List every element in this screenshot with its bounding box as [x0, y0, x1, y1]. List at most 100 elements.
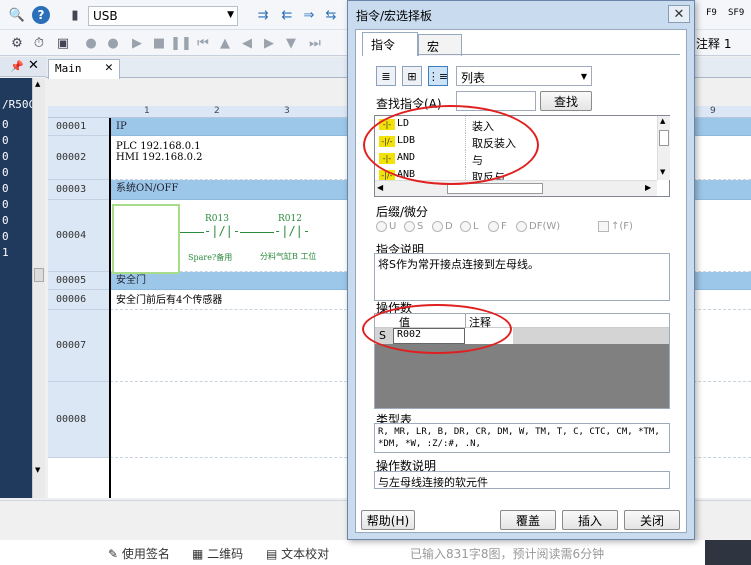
tab-instruction-label: 指令	[371, 38, 396, 52]
qrcode-item[interactable]: ▦ 二维码	[192, 545, 243, 562]
tab-main[interactable]: Main ✕	[48, 59, 120, 79]
search-doc-icon[interactable]: 🔍	[8, 6, 26, 24]
instruction-list[interactable]: -|- LD 装入 -|/- LDB 取反装入 -|- AND 与 -|/- ANB 取反与 ▲ ▼ …	[374, 115, 670, 197]
description-text: 将S作为常开接点连接到左母线。	[378, 258, 539, 271]
row-number[interactable]: 00004	[48, 200, 110, 272]
row-number[interactable]: 00001	[48, 118, 110, 136]
proofread-item[interactable]: ▤ 文本校对	[266, 545, 329, 562]
instruction-item-ld[interactable]: -|- LD 装入	[375, 116, 655, 133]
f9-key[interactable]: F9	[706, 8, 717, 18]
left-scrollbar[interactable]: ▲ ▼	[32, 78, 45, 498]
row-number[interactable]: 00007	[48, 310, 110, 382]
close-icon[interactable]: ✕	[28, 58, 39, 73]
proofread-label: 文本校对	[281, 547, 330, 561]
pin-icon[interactable]: 📌	[10, 60, 24, 73]
detail-view-icon[interactable]: ⋮≡	[428, 66, 448, 86]
row-number[interactable]: 00008	[48, 382, 110, 458]
operand-value-input[interactable]: R002	[393, 328, 465, 344]
suffix-radio-s[interactable]: S	[404, 221, 423, 232]
comment-label[interactable]: 注释 1	[696, 35, 731, 52]
up-icon[interactable]: ▲	[216, 34, 234, 52]
instruction-palette-dialog: 指令/宏选择板 ✕ 指令 宏 ≣ ⊞ ⋮≡ 列表 ▼ 查找指令(A) 查找 -|-…	[347, 0, 695, 540]
record-icon[interactable]: ●	[82, 34, 100, 52]
scroll-up-icon[interactable]: ▲	[660, 117, 665, 125]
list-scroll-thumb[interactable]	[659, 130, 669, 146]
suffix-radio-dfw[interactable]: DF(W)	[516, 221, 560, 232]
play-icon[interactable]: ▶	[128, 34, 146, 52]
suffix-label: 后缀/微分	[376, 205, 429, 219]
column-divider	[465, 133, 466, 150]
contact-1-comment: Spare?备用	[188, 253, 233, 262]
timer-icon[interactable]: ⏱	[30, 34, 48, 52]
contact-2-symbol[interactable]: -|/|-	[274, 224, 311, 238]
operand-desc-text: 与左母线连接的软元件	[378, 476, 488, 489]
instruction-item-ldb[interactable]: -|/- LDB 取反装入	[375, 133, 655, 150]
list-vertical-scrollbar[interactable]: ▲ ▼	[657, 116, 670, 180]
read-icon[interactable]: ⇇	[278, 6, 296, 24]
transfer-icon[interactable]: ⇉	[254, 6, 272, 24]
tree-view-icon[interactable]: ⊞	[402, 66, 422, 86]
dialog-close-icon[interactable]: ✕	[668, 5, 690, 23]
last-icon[interactable]: ⏭	[306, 34, 324, 52]
list-view-icon[interactable]: ≣	[376, 66, 396, 86]
suffix-radio-f[interactable]: F	[488, 221, 507, 232]
find-input[interactable]	[456, 91, 536, 111]
compare-icon[interactable]: ⇆	[322, 6, 340, 24]
status-bar: ✎ 使用签名 ▦ 二维码 ▤ 文本校对 已输入831字8图，预计阅读需6分钟	[0, 540, 751, 565]
scroll-down-icon[interactable]: ▼	[660, 168, 665, 176]
tab-macro[interactable]: 宏	[418, 34, 462, 56]
record2-icon[interactable]: ●	[104, 34, 122, 52]
list-horizontal-scrollbar[interactable]: ◀ ▶	[375, 180, 657, 196]
sf9-key[interactable]: SF9	[728, 8, 744, 18]
overwrite-button[interactable]: 覆盖	[500, 510, 556, 530]
scroll-up-icon[interactable]: ▲	[35, 80, 40, 88]
contact-1-symbol[interactable]: -|/|-	[204, 224, 241, 238]
contact-icon: -|-	[379, 119, 395, 130]
scroll-left-icon[interactable]: ◀	[377, 183, 383, 192]
instruction-item-and[interactable]: -|- AND 与	[375, 150, 655, 167]
insert-button[interactable]: 插入	[562, 510, 618, 530]
down-icon[interactable]: ▼	[282, 34, 300, 52]
tab-instruction[interactable]: 指令	[362, 32, 418, 56]
connection-select[interactable]: USB ▼	[88, 6, 238, 26]
instruction-code: LDB	[397, 135, 416, 146]
scroll-right-icon[interactable]: ▶	[645, 183, 651, 192]
first-icon[interactable]: ⏮	[194, 34, 212, 52]
help-icon[interactable]: ?	[32, 6, 50, 24]
operand-table[interactable]: 值 注释 S R002	[374, 313, 670, 409]
close-button[interactable]: 关闭	[624, 510, 680, 530]
scroll-thumb[interactable]	[34, 268, 44, 282]
radio-dot	[404, 221, 415, 232]
tab-close-icon[interactable]: ✕	[105, 60, 113, 75]
row-number[interactable]: 00002	[48, 136, 110, 180]
next-icon[interactable]: ▶	[260, 34, 278, 52]
pause-icon[interactable]: ❚❚	[170, 34, 192, 52]
radio-dot	[432, 221, 443, 232]
operand-row[interactable]: S R002	[375, 328, 669, 344]
stop-icon[interactable]: ■	[150, 34, 168, 52]
signature-item[interactable]: ✎ 使用签名	[108, 545, 170, 562]
suffix-radio-u[interactable]: U	[376, 221, 396, 232]
help-button[interactable]: 帮助(H)	[361, 510, 415, 530]
types-box: R, MR, LR, B, DR, CR, DM, W, TM, T, C, C…	[374, 423, 670, 453]
prev-icon[interactable]: ◀	[238, 34, 256, 52]
monitor-icon[interactable]: ▣	[54, 34, 72, 52]
suffix-radio-l[interactable]: L	[460, 221, 479, 232]
scroll-down-icon[interactable]: ▼	[35, 466, 40, 474]
suffix-radio-d[interactable]: D	[432, 221, 453, 232]
monitor-value: 1	[2, 246, 9, 259]
step-icon[interactable]: ⚙	[8, 34, 26, 52]
edge-checkbox[interactable]: ↑(F)	[598, 221, 633, 232]
write-icon[interactable]: ⇒	[300, 6, 318, 24]
cursor-cell[interactable]	[112, 204, 180, 274]
help-button-label: 帮助(H)	[366, 513, 410, 528]
list-hscroll-thumb[interactable]	[447, 183, 543, 194]
row-number[interactable]: 00006	[48, 290, 110, 310]
view-select[interactable]: 列表 ▼	[456, 66, 592, 86]
operand-comment-input[interactable]	[465, 328, 513, 344]
row-number[interactable]: 00003	[48, 180, 110, 200]
radio-label: DF(W)	[529, 221, 561, 232]
find-button[interactable]: 查找	[540, 91, 592, 111]
monitor-value: 0	[2, 214, 9, 227]
row-number[interactable]: 00005	[48, 272, 110, 290]
